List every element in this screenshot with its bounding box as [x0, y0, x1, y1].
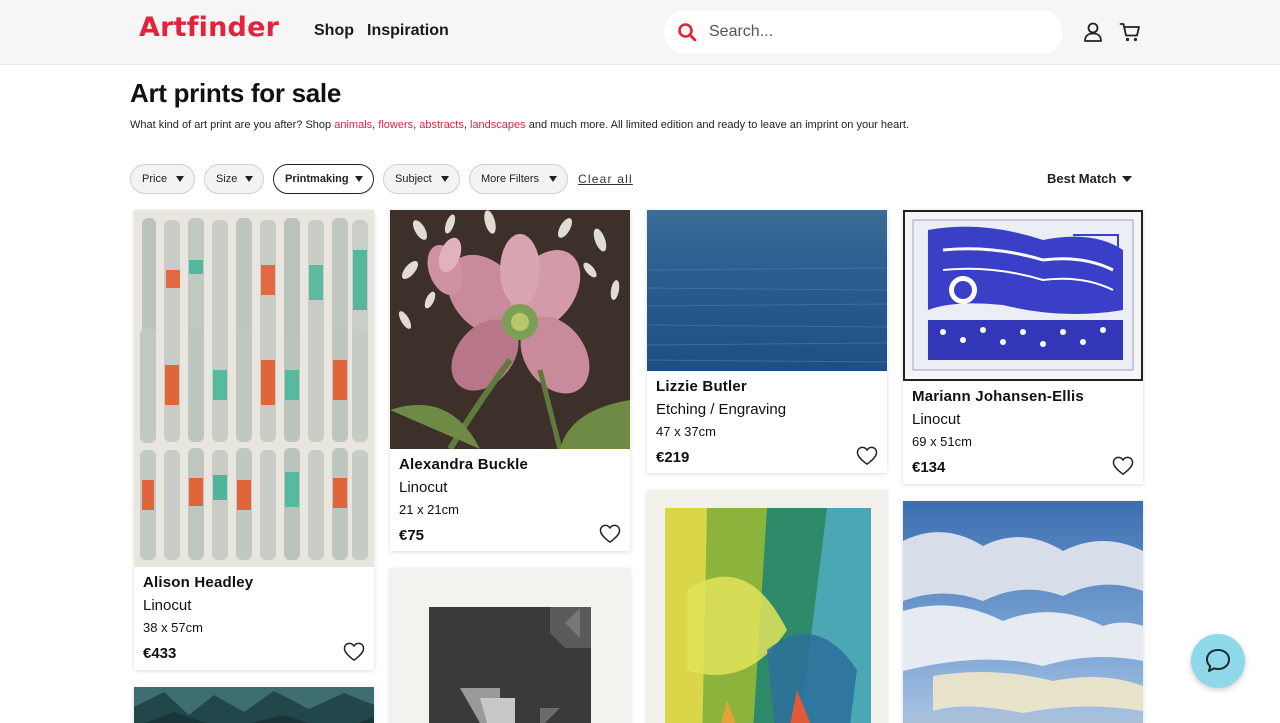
- artwork-medium: Linocut: [912, 411, 961, 428]
- filter-subject[interactable]: Subject: [383, 164, 460, 194]
- search-bar: [664, 10, 1063, 54]
- intro-suffix: and much more. All limited edition and r…: [525, 119, 910, 131]
- product-card[interactable]: Alexandra Buckle Linocut 21 x 21cm €75: [390, 210, 630, 551]
- artwork-price: €75: [399, 527, 425, 544]
- artwork-image[interactable]: [134, 210, 374, 567]
- search-input[interactable]: [709, 20, 1039, 44]
- site-header: Artfinder Shop Inspiration: [0, 0, 1280, 65]
- artwork-image[interactable]: [903, 210, 1143, 381]
- artwork-price: €433: [143, 645, 177, 662]
- heart-icon[interactable]: [1112, 456, 1134, 476]
- artwork-size: 38 x 57cm: [143, 620, 203, 635]
- link-flowers[interactable]: flowers: [378, 119, 413, 131]
- artwork-price: €134: [912, 459, 946, 476]
- filter-price[interactable]: Price: [130, 164, 195, 194]
- product-info: Alexandra Buckle Linocut 21 x 21cm €75: [390, 449, 630, 551]
- artwork-size: 69 x 51cm: [912, 434, 972, 449]
- filter-printmaking-label: Printmaking: [285, 173, 349, 185]
- artist-name[interactable]: Lizzie Butler: [656, 378, 747, 395]
- heart-icon[interactable]: [599, 524, 621, 544]
- chevron-down-icon: [355, 176, 363, 182]
- filter-more[interactable]: More Filters: [469, 164, 568, 194]
- product-card[interactable]: [390, 568, 630, 723]
- filter-more-label: More Filters: [481, 173, 540, 185]
- artwork-image[interactable]: [903, 501, 1143, 723]
- cart-icon[interactable]: [1119, 21, 1141, 43]
- link-landscapes[interactable]: landscapes: [470, 119, 526, 131]
- filter-subject-label: Subject: [395, 173, 432, 185]
- artwork-image[interactable]: [134, 687, 374, 723]
- filter-price-label: Price: [142, 173, 168, 185]
- product-card[interactable]: Alison Headley Linocut 38 x 57cm €433: [134, 210, 374, 670]
- artwork-image[interactable]: [647, 490, 887, 723]
- artist-name[interactable]: Alison Headley: [143, 574, 253, 591]
- chevron-down-icon: [441, 176, 449, 182]
- artwork-image[interactable]: [390, 210, 630, 449]
- artwork-image[interactable]: [390, 568, 630, 723]
- help-chat-button[interactable]: [1191, 634, 1245, 688]
- intro-prefix: What kind of art print are you after? Sh…: [130, 119, 335, 131]
- search-icon[interactable]: [677, 22, 697, 42]
- nav-shop[interactable]: Shop: [314, 22, 354, 40]
- chevron-down-icon: [176, 176, 184, 182]
- product-info: Lizzie Butler Etching / Engraving 47 x 3…: [647, 371, 887, 473]
- chat-bubble-icon: [1206, 649, 1230, 672]
- artwork-medium: Linocut: [399, 479, 448, 496]
- clear-all-button[interactable]: Clear all: [578, 172, 633, 186]
- heart-icon[interactable]: [856, 446, 878, 466]
- artist-name[interactable]: Mariann Johansen-Ellis: [912, 388, 1084, 405]
- artwork-size: 47 x 37cm: [656, 424, 716, 439]
- product-card[interactable]: Mariann Johansen-Ellis Linocut 69 x 51cm…: [903, 210, 1143, 484]
- artwork-size: 21 x 21cm: [399, 502, 459, 517]
- chevron-down-icon: [245, 176, 253, 182]
- artwork-medium: Linocut: [143, 597, 192, 614]
- sort-dropdown[interactable]: Best Match: [1047, 171, 1116, 186]
- heart-icon[interactable]: [343, 642, 365, 662]
- intro-text: What kind of art print are you after? Sh…: [130, 119, 910, 131]
- user-icon[interactable]: [1082, 21, 1104, 43]
- link-abstracts[interactable]: abstracts: [419, 119, 464, 131]
- artist-name[interactable]: Alexandra Buckle: [399, 456, 528, 473]
- page-title: Art prints for sale: [130, 78, 342, 108]
- filter-size-label: Size: [216, 173, 238, 185]
- link-animals[interactable]: animals: [334, 119, 372, 131]
- artwork-image[interactable]: [647, 210, 887, 371]
- filter-printmaking[interactable]: Printmaking: [273, 164, 374, 194]
- product-card[interactable]: [903, 501, 1143, 723]
- artfinder-logo[interactable]: Artfinder: [139, 12, 279, 43]
- nav-inspiration[interactable]: Inspiration: [367, 22, 449, 40]
- artwork-medium: Etching / Engraving: [656, 401, 787, 418]
- artwork-price: €219: [656, 449, 690, 466]
- product-card[interactable]: [134, 687, 374, 723]
- product-card[interactable]: Lizzie Butler Etching / Engraving 47 x 3…: [647, 210, 887, 473]
- product-card[interactable]: [647, 490, 887, 723]
- chevron-down-icon[interactable]: [1122, 176, 1132, 182]
- product-info: Mariann Johansen-Ellis Linocut 69 x 51cm…: [903, 381, 1143, 484]
- product-info: Alison Headley Linocut 38 x 57cm €433: [134, 567, 374, 670]
- filter-size[interactable]: Size: [204, 164, 264, 194]
- chevron-down-icon: [549, 176, 557, 182]
